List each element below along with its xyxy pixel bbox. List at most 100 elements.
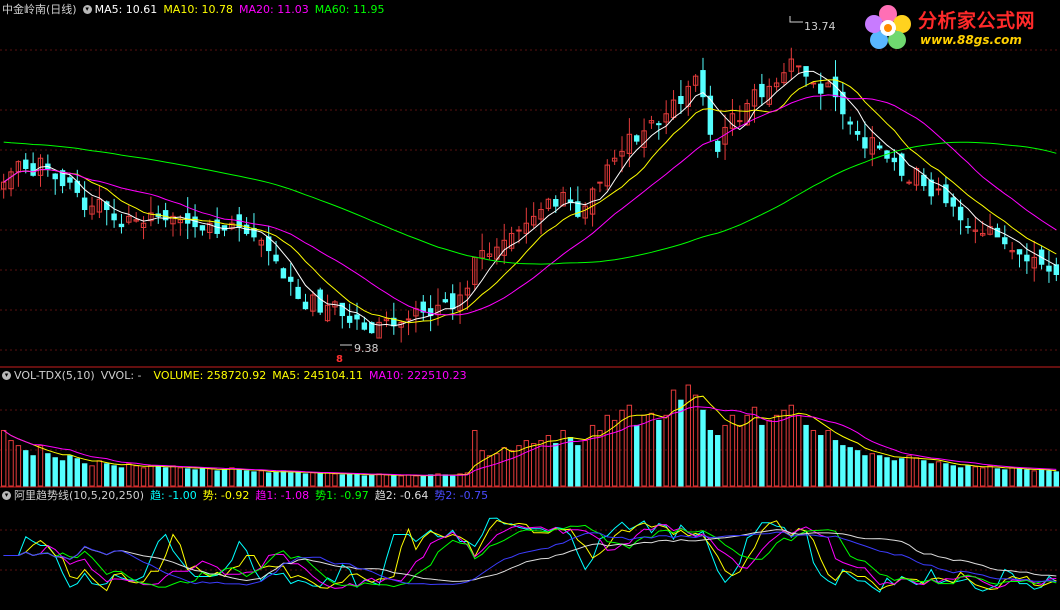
shi-label: 势: -0.92 xyxy=(202,489,250,502)
volume-bar xyxy=(604,414,610,487)
volume-bar xyxy=(597,429,603,487)
candle-body xyxy=(906,181,912,184)
volume-bar xyxy=(265,472,272,487)
volume-bar xyxy=(913,457,920,487)
indicator-panel-header: ▾ 阿里趋势线(10,5,20,250) 趋: -1.00 势: -0.92 趋… xyxy=(2,487,494,503)
candle-body xyxy=(354,314,360,320)
volume-bar xyxy=(737,424,743,487)
ma20-line xyxy=(3,94,1057,316)
candle-body xyxy=(921,174,927,187)
qu2-label: 趋2: -0.64 xyxy=(374,489,429,502)
volume-bar xyxy=(906,455,912,487)
candle-body xyxy=(81,197,88,211)
candle-body xyxy=(862,137,868,149)
volume-bar xyxy=(1046,470,1052,487)
volume-bar xyxy=(729,414,736,487)
volume-bar xyxy=(317,473,323,487)
volume-bar xyxy=(280,470,287,487)
volume-bar xyxy=(965,465,971,487)
volume-bar xyxy=(89,465,95,487)
volume-bar xyxy=(722,424,728,487)
stock-title: 中金岭南(日线) xyxy=(2,3,77,16)
volume-bar xyxy=(972,466,979,487)
volume-bar xyxy=(52,457,58,487)
shi2-label: 势2: -0.75 xyxy=(434,489,489,502)
candle-body xyxy=(317,289,323,313)
volume-bar xyxy=(818,435,824,487)
vvol-label: VVOL: - xyxy=(100,368,142,382)
volume-bar xyxy=(781,409,787,487)
volume-bar xyxy=(185,468,191,487)
volume-bar xyxy=(847,447,853,487)
volume-bar xyxy=(766,419,772,487)
menu-caret-icon[interactable]: ▾ xyxy=(2,370,11,380)
volume-bar xyxy=(678,399,684,487)
volume-bar xyxy=(825,429,831,487)
volume-bar xyxy=(876,455,883,487)
volume-bar xyxy=(869,453,875,487)
volume-panel[interactable] xyxy=(0,384,1060,487)
site-logo[interactable]: 分析家公式网 www.88gs.com xyxy=(858,0,1060,54)
volume-bar xyxy=(899,458,905,487)
volume-bar xyxy=(545,435,552,487)
volume-bar xyxy=(192,469,198,487)
volume-bar xyxy=(346,473,353,487)
volume-bar xyxy=(332,473,338,487)
volume-bar xyxy=(302,473,309,487)
volume-bar xyxy=(508,450,515,487)
volume-bar xyxy=(339,474,346,487)
vol-title: VOL-TDX(5,10) xyxy=(14,368,95,382)
ma60-label: MA60: 11.95 xyxy=(314,2,385,16)
volume-bar xyxy=(980,467,986,487)
qu2-line xyxy=(3,529,1057,582)
volume-bar xyxy=(162,467,169,487)
volume-bar xyxy=(773,414,780,487)
volume-bar xyxy=(670,389,677,487)
volume-bar xyxy=(715,435,721,487)
volume-bar xyxy=(935,461,942,487)
candle-body xyxy=(950,197,956,207)
volume-bar xyxy=(795,414,802,487)
indicator-panel[interactable] xyxy=(3,517,1057,593)
volume-bar xyxy=(405,474,412,487)
ma10-line xyxy=(3,79,1057,324)
candle-body xyxy=(759,83,765,98)
volume-bar xyxy=(486,455,493,487)
candle-body xyxy=(957,206,964,221)
volume-bar xyxy=(921,460,927,487)
volume-bar xyxy=(118,467,125,487)
candle-body xyxy=(1053,264,1060,275)
volume-bar xyxy=(324,472,331,487)
volume-bar xyxy=(611,419,618,487)
volume-bar xyxy=(987,465,993,487)
volume-bar xyxy=(273,471,279,487)
candlestick-panel[interactable] xyxy=(0,47,1060,343)
volume-bar xyxy=(501,447,507,487)
volume-bar xyxy=(133,465,139,487)
candle-body xyxy=(935,188,942,191)
volume-bar xyxy=(582,440,588,487)
volume-label: VOLUME: 258720.92 xyxy=(153,368,267,382)
volume-bar xyxy=(538,440,544,487)
volume-bar xyxy=(759,424,765,487)
volume-bar xyxy=(354,473,360,487)
volume-bar xyxy=(884,457,890,487)
candle-body xyxy=(52,173,58,180)
candle-body xyxy=(810,82,817,85)
volume-bar xyxy=(104,463,110,487)
chart-canvas[interactable]: 13.74 9.38 8 xyxy=(0,0,1060,610)
menu-caret-icon[interactable]: ▾ xyxy=(2,490,11,500)
vol-ma10-label: MA10: 222510.23 xyxy=(368,368,467,382)
candle-body xyxy=(899,153,905,176)
qu1-label: 趋1: -1.08 xyxy=(255,489,310,502)
candle-body xyxy=(339,302,346,317)
volume-bar xyxy=(832,440,839,487)
menu-caret-icon[interactable]: ▾ xyxy=(82,4,92,14)
logo-text: 分析家公式网 xyxy=(918,10,1036,32)
candle-body xyxy=(891,157,898,163)
volume-bar xyxy=(1024,469,1030,487)
candle-body xyxy=(111,213,117,221)
volume-bar xyxy=(413,475,419,487)
volume-bar xyxy=(1038,469,1045,487)
candle-body xyxy=(346,315,353,323)
